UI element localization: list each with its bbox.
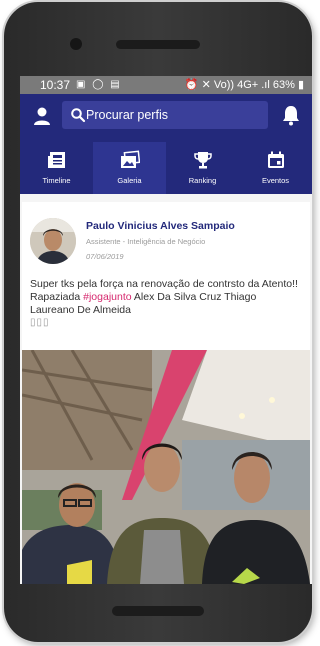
post-date: 07/06/2019 — [86, 252, 124, 261]
profile-icon[interactable] — [32, 106, 52, 126]
tab-label: Galeria — [117, 176, 142, 185]
earpiece-speaker — [116, 40, 200, 49]
trophy-icon — [193, 152, 212, 169]
main-tabs: Timeline Galeria Ranking Eventos — [20, 142, 312, 194]
post-author-role: Assistente - Inteligência de Negócio — [86, 237, 206, 246]
tab-label: Eventos — [261, 176, 290, 185]
front-camera — [70, 38, 82, 50]
post-photo[interactable] — [22, 350, 310, 584]
notification-icons: ▣ ◯ ▤ — [76, 79, 122, 90]
tab-label: Ranking — [188, 176, 217, 185]
status-bar: 10:37 ▣ ◯ ▤ ⏰ ✕ Vo)) 4G+ .ıl 63% ▮ — [20, 76, 312, 94]
tab-eventos[interactable]: Eventos — [239, 142, 312, 194]
system-status-icons: ⏰ ✕ Vo)) 4G+ .ıl 63% ▮ — [184, 79, 304, 91]
post-card: Paulo Vinicius Alves Sampaio Assistente … — [22, 202, 310, 584]
search-input[interactable]: Procurar perfis — [62, 101, 268, 129]
post-author[interactable]: Paulo Vinicius Alves Sampaio — [86, 220, 235, 232]
calendar-icon — [267, 151, 284, 168]
tab-galeria[interactable]: Galeria — [93, 142, 166, 194]
post-emojis: ▯▯▯ — [30, 317, 50, 328]
hashtag-link[interactable]: #jogajunto — [83, 291, 131, 303]
app-screen: 10:37 ▣ ◯ ▤ ⏰ ✕ Vo)) 4G+ .ıl 63% ▮ Procu… — [20, 76, 312, 584]
avatar[interactable] — [30, 218, 76, 264]
tab-timeline[interactable]: Timeline — [20, 142, 93, 194]
app-header: Procurar perfis Timeline Galeria Ranking… — [20, 94, 312, 194]
gallery-icon — [120, 150, 140, 168]
group-photo — [22, 350, 310, 584]
home-button[interactable] — [112, 606, 204, 616]
timeline-feed: Paulo Vinicius Alves Sampaio Assistente … — [20, 194, 312, 584]
bell-icon[interactable] — [280, 104, 302, 126]
post-text: Super tks pela força na renovação de con… — [30, 278, 302, 317]
search-placeholder: Procurar perfis — [86, 108, 168, 122]
search-icon — [71, 108, 86, 123]
tab-ranking[interactable]: Ranking — [166, 142, 239, 194]
status-time: 10:37 — [40, 78, 71, 92]
tab-label: Timeline — [42, 176, 71, 185]
newspaper-icon — [47, 152, 65, 168]
author-photo — [30, 218, 76, 264]
